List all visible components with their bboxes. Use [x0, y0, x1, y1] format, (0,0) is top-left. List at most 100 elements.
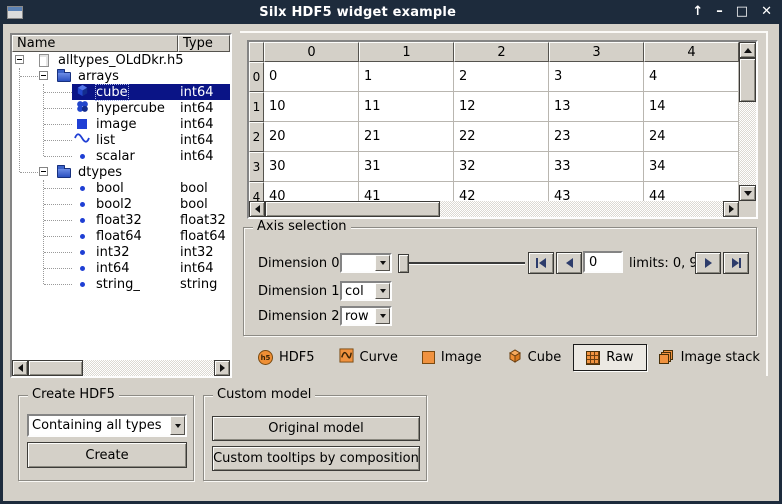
tree-item-label: float64 — [96, 229, 142, 244]
table-cell[interactable]: 34 — [644, 152, 739, 182]
table-cell[interactable]: 10 — [264, 92, 359, 122]
minimize-button[interactable]: – — [716, 2, 723, 22]
table-cell[interactable]: 22 — [454, 122, 549, 152]
custom-tooltips-button[interactable]: Custom tooltips by composition — [212, 446, 420, 471]
slider-handle[interactable] — [398, 254, 409, 273]
shade-button[interactable]: ↑ — [692, 2, 703, 22]
close-button[interactable]: ✕ — [761, 2, 772, 22]
tree-column-type[interactable]: Type — [178, 35, 230, 52]
next-frame-button[interactable] — [695, 252, 721, 274]
column-header-2[interactable]: 2 — [454, 42, 549, 62]
row-header-0[interactable]: 0 — [249, 62, 264, 92]
tree-item-bool[interactable]: boolbool — [12, 180, 230, 196]
maximize-button[interactable]: □ — [736, 2, 748, 22]
row-header-3[interactable]: 3 — [249, 152, 264, 182]
chevron-down-icon[interactable] — [375, 255, 390, 271]
table-cell[interactable]: 31 — [359, 152, 454, 182]
table-cell[interactable]: 14 — [644, 92, 739, 122]
column-header-3[interactable]: 3 — [549, 42, 644, 62]
row-header-4[interactable]: 4 — [249, 182, 264, 201]
dimension-0-combobox[interactable] — [340, 253, 392, 273]
tree-item-bool2[interactable]: bool2bool — [12, 196, 230, 212]
chevron-down-icon[interactable] — [375, 308, 390, 324]
collapse-expander-icon[interactable] — [15, 55, 24, 64]
first-frame-button[interactable] — [528, 252, 554, 274]
table-cell[interactable]: 3 — [549, 62, 644, 92]
table-cell[interactable]: 4 — [644, 62, 739, 92]
column-header-1[interactable]: 1 — [359, 42, 454, 62]
table-cell[interactable]: 32 — [454, 152, 549, 182]
table-cell[interactable]: 21 — [359, 122, 454, 152]
table-cell[interactable]: 43 — [549, 182, 644, 201]
tab-curve[interactable]: Curve — [327, 344, 410, 371]
dimension-1-combobox[interactable]: col — [340, 281, 392, 301]
last-frame-button[interactable] — [723, 252, 749, 274]
tree-item-arrays[interactable]: arrays — [12, 68, 230, 84]
table-cell[interactable]: 1 — [359, 62, 454, 92]
tab-hdf5[interactable]: h5HDF5 — [246, 344, 327, 371]
scroll-down-icon[interactable] — [739, 185, 756, 201]
table-cell[interactable]: 12 — [454, 92, 549, 122]
table-cell[interactable]: 44 — [644, 182, 739, 201]
scroll-left-icon[interactable] — [249, 201, 265, 217]
tree-item-list[interactable]: listint64 — [12, 132, 230, 148]
table-cell[interactable]: 41 — [359, 182, 454, 201]
scroll-right-icon[interactable] — [723, 201, 739, 217]
cube-outline-icon — [506, 348, 522, 368]
tree-item-int32[interactable]: int32int32 — [12, 244, 230, 260]
table-cell[interactable]: 30 — [264, 152, 359, 182]
collapse-expander-icon[interactable] — [39, 71, 48, 80]
tree-item-float64[interactable]: float64float64 — [12, 228, 230, 244]
table-cell[interactable]: 42 — [454, 182, 549, 201]
dimension-0-slider[interactable] — [398, 254, 525, 273]
row-header-2[interactable]: 2 — [249, 122, 264, 152]
scrollbar-trough[interactable] — [739, 102, 756, 185]
row-header-1[interactable]: 1 — [249, 92, 264, 122]
table-cell[interactable]: 20 — [264, 122, 359, 152]
table-cell[interactable]: 24 — [644, 122, 739, 152]
frame-index-input[interactable]: 0 — [583, 251, 623, 273]
scrollbar-trough[interactable] — [83, 360, 214, 376]
tree-item-float32[interactable]: float32float32 — [12, 212, 230, 228]
tree-item-scalar[interactable]: scalarint64 — [12, 148, 230, 164]
table-cell[interactable]: 11 — [359, 92, 454, 122]
table-cell[interactable]: 2 — [454, 62, 549, 92]
slider-track[interactable] — [398, 262, 525, 264]
column-header-4[interactable]: 4 — [644, 42, 739, 62]
table-cell[interactable]: 13 — [549, 92, 644, 122]
scroll-right-icon[interactable] — [214, 360, 230, 376]
tree-item-alltypes_OLdDkr.h5[interactable]: alltypes_OLdDkr.h5 — [12, 52, 230, 68]
original-model-button[interactable]: Original model — [212, 416, 420, 441]
collapse-expander-icon[interactable] — [39, 167, 48, 176]
scrollbar-thumb[interactable] — [739, 58, 756, 102]
tab-image-stack[interactable]: Image stack — [647, 344, 772, 371]
file-type-combobox[interactable]: Containing all types — [27, 414, 187, 437]
previous-frame-button[interactable] — [556, 252, 582, 274]
table-cell[interactable]: 0 — [264, 62, 359, 92]
table-cell[interactable]: 40 — [264, 182, 359, 201]
scroll-up-icon[interactable] — [739, 42, 756, 58]
column-header-0[interactable]: 0 — [264, 42, 359, 62]
create-button[interactable]: Create — [27, 442, 187, 468]
tree-item-image[interactable]: imageint64 — [12, 116, 230, 132]
tab-cube[interactable]: Cube — [494, 344, 574, 371]
chevron-down-icon[interactable] — [170, 416, 185, 435]
table-cell[interactable]: 33 — [549, 152, 644, 182]
table-cell[interactable]: 23 — [549, 122, 644, 152]
tree-item-dtypes[interactable]: dtypes — [12, 164, 230, 180]
dimension-2-combobox[interactable]: row — [340, 306, 392, 326]
scroll-left-icon[interactable] — [12, 360, 28, 376]
chevron-down-icon[interactable] — [375, 283, 390, 299]
scrollbar-thumb[interactable] — [265, 201, 440, 217]
tree-column-name[interactable]: Name — [12, 35, 178, 52]
tree-item-cube[interactable]: cubeint64 — [12, 84, 230, 100]
tree-item-string_[interactable]: string_string — [12, 276, 230, 292]
tree-item-int64[interactable]: int64int64 — [12, 260, 230, 276]
tab-image[interactable]: Image — [410, 344, 494, 371]
tab-raw[interactable]: Raw — [573, 344, 646, 371]
scrollbar-thumb[interactable] — [28, 360, 83, 376]
scrollbar-trough[interactable] — [440, 201, 723, 217]
tree-item-hypercube[interactable]: hypercubeint64 — [12, 100, 230, 116]
curve-line-icon — [74, 132, 90, 148]
table-corner-cell[interactable] — [249, 42, 264, 62]
